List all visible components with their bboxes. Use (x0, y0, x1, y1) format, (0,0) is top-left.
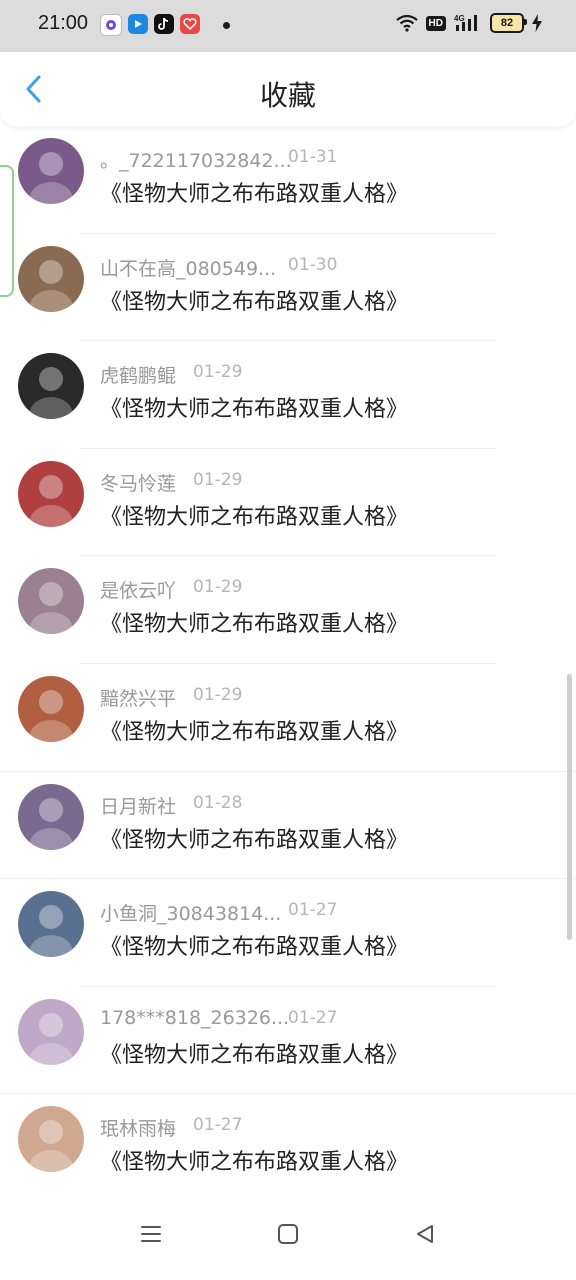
username: 日月新社 (100, 795, 177, 818)
avatar[interactable] (18, 245, 84, 312)
battery-level: 82 (500, 17, 514, 29)
book-title[interactable]: 《怪物大师之布布路双重人格》 (100, 714, 408, 746)
date: 01-31 (288, 147, 338, 167)
home-icon (278, 1224, 298, 1244)
charging-icon (532, 14, 542, 32)
list-item[interactable]: 178***818_26326... 01-27 《怪物大师之布布路双重人格》 (0, 987, 576, 1095)
wifi-icon (395, 14, 418, 32)
book-title[interactable]: 《怪物大师之布布路双重人格》 (100, 499, 408, 531)
list-item[interactable]: 日月新社 01-28 《怪物大师之布布路双重人格》 (0, 772, 576, 880)
book-title[interactable]: 《怪物大师之布布路双重人格》 (100, 176, 408, 208)
page-title: 收藏 (259, 79, 316, 112)
list-item[interactable]: 冬马怜莲 01-29 《怪物大师之布布路双重人格》 (0, 449, 576, 557)
app-notification-icon-1 (100, 14, 122, 36)
date: 01-29 (193, 577, 243, 598)
book-title[interactable]: 《怪物大师之布布路双重人格》 (100, 606, 408, 638)
page-header: 收藏 (0, 52, 576, 126)
username: 珉林雨梅 (100, 1118, 177, 1141)
system-nav-bar (0, 1190, 576, 1280)
username: 冬马怜莲 (100, 472, 177, 495)
list-item[interactable]: 。_722117032842... 01-31 《怪物大师之布布路双重人格》 (0, 126, 576, 234)
favorites-list: 。_722117032842... 01-31 《怪物大师之布布路双重人格》 山不在高… (0, 126, 576, 1202)
date: 01-27 (193, 1115, 243, 1136)
list-item[interactable]: 珉林雨梅 01-27 《怪物大师之布布路双重人格》 (0, 1094, 576, 1202)
menu-icon (141, 1226, 161, 1242)
date: 01-30 (288, 254, 338, 275)
book-title[interactable]: 《怪物大师之布布路双重人格》 (100, 822, 408, 854)
more-notifications-dot (223, 22, 230, 29)
list-item[interactable]: 山不在高_080549... 01-30 《怪物大师之布布路双重人格》 (0, 234, 576, 342)
avatar[interactable] (18, 460, 84, 527)
status-time: 21:00 (38, 12, 89, 34)
username: 。_722117032842... (100, 150, 292, 172)
date: 01-29 (193, 362, 243, 383)
book-title[interactable]: 《怪物大师之布布路双重人格》 (100, 284, 408, 316)
book-title[interactable]: 《怪物大师之布布路双重人格》 (100, 929, 408, 961)
date: 01-27 (288, 900, 338, 921)
avatar[interactable] (18, 353, 84, 420)
status-indicators: HD 4G 82 (395, 13, 542, 33)
username: 是依云吖 (100, 580, 177, 603)
signal-icon: 4G (454, 14, 477, 31)
username: 小鱼洞_30843814... (100, 903, 282, 926)
username: 虎鹤鹏鲲 (100, 365, 177, 388)
date: 01-28 (193, 792, 243, 813)
svg-text:4G: 4G (454, 14, 465, 23)
back-nav-button[interactable] (411, 1220, 439, 1248)
avatar[interactable] (18, 675, 84, 742)
avatar[interactable] (18, 998, 84, 1065)
menu-button[interactable] (137, 1220, 165, 1248)
book-title[interactable]: 《怪物大师之布布路双重人格》 (100, 391, 408, 423)
app-notification-icon-4 (180, 14, 200, 34)
list-item[interactable]: 黯然兴平 01-29 《怪物大师之布布路双重人格》 (0, 664, 576, 772)
avatar[interactable] (18, 783, 84, 850)
username: 178***818_26326... (100, 1006, 290, 1029)
list-item[interactable]: 小鱼洞_30843814... 01-27 《怪物大师之布布路双重人格》 (0, 879, 576, 987)
status-bar: 21:00 HD 4G 82 (0, 0, 576, 52)
hd-icon: HD (425, 15, 446, 31)
avatar[interactable] (18, 1106, 84, 1173)
avatar[interactable] (18, 891, 84, 958)
tiktok-icon (154, 14, 174, 34)
home-button[interactable] (274, 1220, 302, 1248)
date: 01-29 (193, 469, 243, 490)
date: 01-27 (288, 1007, 338, 1028)
book-title[interactable]: 《怪物大师之布布路双重人格》 (100, 1037, 408, 1069)
back-triangle-icon (417, 1225, 433, 1243)
list-item[interactable]: 是依云吖 01-29 《怪物大师之布布路双重人格》 (0, 556, 576, 664)
book-title[interactable]: 《怪物大师之布布路双重人格》 (100, 1144, 408, 1176)
avatar[interactable] (18, 568, 84, 635)
notification-icons (100, 14, 200, 36)
date: 01-29 (193, 684, 243, 705)
avatar[interactable] (18, 138, 84, 204)
list-item[interactable]: 虎鹤鹏鲲 01-29 《怪物大师之布布路双重人格》 (0, 341, 576, 449)
username: 山不在高_080549... (100, 257, 277, 280)
battery-icon: 82 (490, 13, 527, 33)
username: 黯然兴平 (100, 687, 177, 710)
app-notification-icon-2 (128, 14, 148, 34)
scrollbar[interactable] (567, 674, 572, 940)
